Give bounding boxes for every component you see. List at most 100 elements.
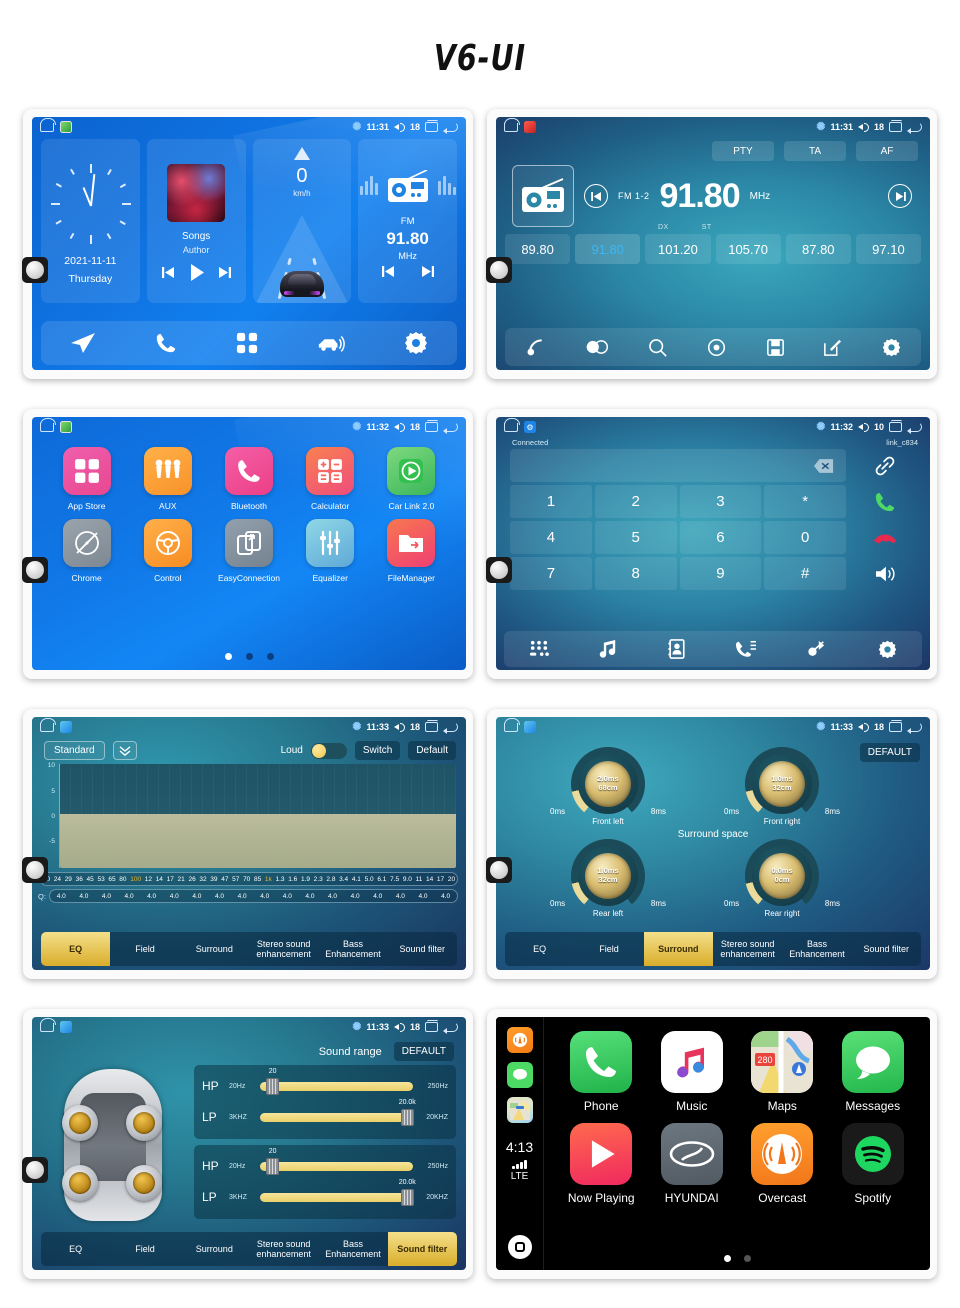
recents-icon[interactable] xyxy=(889,120,902,132)
speaker-icon[interactable] xyxy=(850,557,920,590)
recents-icon[interactable] xyxy=(425,720,438,732)
volume-knob[interactable] xyxy=(22,557,48,583)
tab-eq[interactable]: EQ xyxy=(505,932,574,966)
back-icon[interactable] xyxy=(907,422,922,434)
tab-sound-filter[interactable]: Sound filter xyxy=(852,932,921,966)
back-icon[interactable] xyxy=(443,1022,458,1034)
home-icon[interactable] xyxy=(39,1017,56,1032)
home-icon[interactable] xyxy=(39,117,56,132)
preset-button[interactable]: 97.10 xyxy=(855,234,922,264)
knob-rear-right[interactable]: 0.0ms 0cm 0ms 8ms Rear right xyxy=(722,839,842,918)
tab-surround[interactable]: Surround xyxy=(180,932,249,966)
radio-app-badge-icon[interactable] xyxy=(524,121,536,133)
contacts-icon[interactable] xyxy=(668,639,685,659)
knob-front-right[interactable]: 1.0ms 32cm 0ms 8ms Front right xyxy=(722,747,842,826)
dx-label[interactable]: DX xyxy=(658,224,669,231)
carplay-app-phone[interactable]: Phone xyxy=(556,1031,647,1113)
slider-row-hp[interactable]: HP 20Hz 20 250Hz xyxy=(202,1148,448,1178)
knob-rear-left[interactable]: 1.0ms 32cm 0ms 8ms Rear left xyxy=(548,839,668,918)
apps-icon[interactable] xyxy=(236,332,258,354)
carplay-app-spotify[interactable]: Spotify xyxy=(828,1123,919,1205)
stereo-icon[interactable] xyxy=(586,340,608,354)
app-item-bluetooth[interactable]: Bluetooth xyxy=(208,447,289,511)
st-label[interactable]: ST xyxy=(702,224,712,231)
key-4[interactable]: 4 xyxy=(510,521,592,554)
seek-up-button[interactable] xyxy=(888,184,912,208)
key-0[interactable]: 0 xyxy=(764,521,846,554)
maps-side-icon[interactable] xyxy=(506,1097,533,1123)
clock-widget[interactable]: 2021-11-11 Thursday xyxy=(41,139,140,303)
page-dot[interactable] xyxy=(245,653,253,660)
music-widget[interactable]: Songs Author xyxy=(146,139,246,303)
messages-side-icon[interactable] xyxy=(506,1062,533,1088)
preset-button[interactable]: 87.80 xyxy=(785,234,851,264)
key-hash[interactable]: # xyxy=(764,557,846,590)
pty-button[interactable]: PTY xyxy=(712,141,774,161)
play-icon[interactable] xyxy=(188,263,205,281)
eq-preset-select[interactable]: Standard xyxy=(44,741,105,760)
navigation-icon[interactable] xyxy=(70,331,96,355)
bluetooth-app-icon[interactable]: ⚙ xyxy=(526,423,533,432)
app-item-control[interactable]: Control xyxy=(127,519,208,583)
carplay-app-overcast[interactable]: Overcast xyxy=(737,1123,828,1205)
tab-stereo-sound-enhancement[interactable]: Stereo sound enhancement xyxy=(713,932,782,966)
preset-button-active[interactable]: 91.80 xyxy=(575,234,641,264)
recents-icon[interactable] xyxy=(889,420,902,432)
tab-bass-enhancement[interactable]: Bass Enhancement xyxy=(782,932,851,966)
tab-surround[interactable]: Surround xyxy=(180,1232,249,1266)
tab-field[interactable]: Field xyxy=(574,932,643,966)
equalizer-app-icon[interactable] xyxy=(60,721,72,733)
loc-icon[interactable] xyxy=(707,338,726,357)
volume-knob[interactable] xyxy=(486,257,512,283)
app-item-aux[interactable]: AUX xyxy=(127,447,208,511)
key-9[interactable]: 9 xyxy=(679,557,762,590)
hangup-icon[interactable] xyxy=(850,521,920,554)
tab-field[interactable]: Field xyxy=(110,932,179,966)
preset-button[interactable]: 101.20 xyxy=(645,234,711,264)
slider-row-lp[interactable]: LP 3KHZ 20.0k 20KHZ xyxy=(202,1179,448,1209)
bluetooth-connect-icon[interactable] xyxy=(807,640,827,658)
volume-knob[interactable] xyxy=(22,857,48,883)
key-star[interactable]: * xyxy=(764,485,846,518)
frequency-scale[interactable]: 20 24 29 36 45 53 65 80 100 12 14 17 21 … xyxy=(40,872,458,886)
page-dot[interactable] xyxy=(266,653,274,660)
chevron-down-icon[interactable] xyxy=(112,741,137,760)
seek-down-button[interactable] xyxy=(584,184,608,208)
carplay-app-hyundai[interactable]: HYUNDAI xyxy=(647,1123,738,1205)
page-dot-active[interactable] xyxy=(224,653,232,660)
tab-bass-enhancement[interactable]: Bass Enhancement xyxy=(318,932,387,966)
page-dot[interactable] xyxy=(743,1255,751,1262)
recents-icon[interactable] xyxy=(425,420,438,432)
volume-knob[interactable] xyxy=(22,1157,48,1183)
radio-prev-icon[interactable] xyxy=(381,265,395,277)
loud-toggle[interactable] xyxy=(310,742,347,759)
app-item-equalizer[interactable]: Equalizer xyxy=(290,519,371,583)
app-item-car-link[interactable]: Car Link 2.0 xyxy=(371,447,452,511)
recents-icon[interactable] xyxy=(425,120,438,132)
recents-icon[interactable] xyxy=(889,720,902,732)
tab-surround[interactable]: Surround xyxy=(643,932,713,966)
key-5[interactable]: 5 xyxy=(594,521,677,554)
slider-row-lp[interactable]: LP 3KHZ 20.0k 20KHZ xyxy=(202,1099,448,1129)
tab-sound-filter[interactable]: Sound filter xyxy=(387,1232,457,1266)
carplay-app-maps[interactable]: 280 Maps xyxy=(737,1031,828,1113)
equalizer-app-icon[interactable] xyxy=(524,721,536,733)
tab-eq[interactable]: EQ xyxy=(41,1232,110,1266)
overcast-side-icon[interactable] xyxy=(506,1027,533,1053)
preset-button[interactable]: 105.70 xyxy=(715,234,781,264)
key-7[interactable]: 7 xyxy=(510,557,592,590)
knob-front-left[interactable]: 2.0ms 68cm 0ms 8ms Front left xyxy=(548,747,668,826)
back-icon[interactable] xyxy=(443,722,458,734)
app-item-app-store[interactable]: App Store xyxy=(46,447,127,511)
radio-widget[interactable]: FM 91.80 MHz xyxy=(358,139,457,303)
phone-icon[interactable] xyxy=(155,332,177,354)
key-2[interactable]: 2 xyxy=(594,485,677,518)
music-icon[interactable] xyxy=(599,639,617,659)
calllog-icon[interactable] xyxy=(735,639,757,659)
app-badge-icon[interactable] xyxy=(60,421,72,433)
home-icon[interactable] xyxy=(39,717,56,732)
ta-button[interactable]: TA xyxy=(784,141,846,161)
q-value-row[interactable]: 4.0 4.0 4.0 4.0 4.0 4.0 4.0 4.0 4.0 4.0 … xyxy=(48,889,458,903)
keypad-icon[interactable] xyxy=(529,640,550,658)
preset-button[interactable]: 89.80 xyxy=(505,234,571,264)
